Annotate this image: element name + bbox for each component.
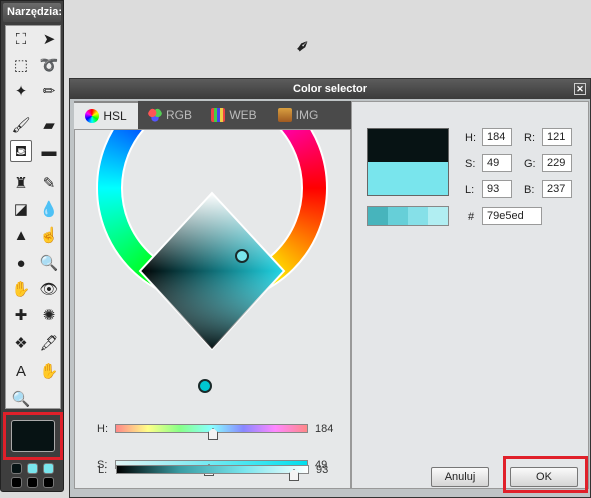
zoom-icon[interactable]: 🔍 — [10, 388, 32, 410]
g-field[interactable]: 229 — [542, 154, 572, 172]
l-slider-value: 93 — [316, 464, 329, 476]
r-field[interactable]: 121 — [542, 128, 572, 146]
smudge-icon[interactable]: ☝ — [38, 224, 60, 246]
hsl-picker-area: H: 184 S: 49 — [74, 129, 351, 489]
ok-button-highlight — [503, 456, 588, 493]
b-field-label: B: — [524, 184, 535, 196]
recent-color-1[interactable] — [368, 207, 388, 225]
h-slider-value: 184 — [315, 423, 334, 435]
magic-wand-icon[interactable]: ✦ — [10, 80, 32, 102]
red-eye-icon[interactable]: 👁 — [38, 278, 60, 300]
mini-swatch-4[interactable] — [11, 477, 22, 488]
tab-hsl-label: HSL — [103, 109, 127, 123]
lasso-icon[interactable]: ➰ — [38, 54, 60, 76]
tools-panel-title: Narzędzia: — [3, 3, 62, 22]
text-icon[interactable]: A — [10, 360, 32, 382]
tab-img-label: IMG — [295, 108, 319, 122]
stamp-icon[interactable]: ♜ — [10, 172, 32, 194]
hue-picker-handle[interactable] — [198, 379, 212, 393]
sharpen-icon[interactable]: ▲ — [10, 224, 32, 246]
crop-icon[interactable]: ⛶ — [10, 28, 32, 50]
image-icon — [277, 108, 292, 122]
recent-color-2[interactable] — [388, 207, 408, 225]
spot-heal-icon[interactable]: ✚ — [10, 304, 32, 326]
rgb-circles-icon — [147, 108, 162, 122]
color-mode-tabs: HSL RGB WEB IMG — [74, 101, 351, 129]
tools-panel: Narzędzia: ⛶ ➤ ⬚ ➰ ✦ ✏ 🖌 ▰ ⛾ ▬ ♜ ✎ ◪ 💧 ▲ ☝ ● 🔍 ✋ 👁 ✚ ✺ ❖ 🖋 A ✋ 🔍 — [0, 0, 64, 492]
g-field-label: G: — [524, 158, 536, 170]
recent-color-4[interactable] — [428, 207, 448, 225]
mini-swatch-5[interactable] — [27, 477, 38, 488]
color-replace-icon[interactable]: ✎ — [38, 172, 60, 194]
current-color-area — [3, 412, 63, 460]
pencil-icon[interactable]: ✏ — [38, 80, 60, 102]
hand-icon[interactable]: ✋ — [38, 360, 60, 382]
shape-icon[interactable]: ◪ — [10, 198, 32, 220]
tab-hsl[interactable]: HSL — [74, 101, 138, 129]
eyedropper-cursor-icon: ✒ — [290, 33, 316, 59]
l-slider-label: L: — [98, 464, 108, 476]
mini-swatch-1[interactable] — [11, 463, 22, 474]
h-field[interactable]: 184 — [482, 128, 512, 146]
pinch-icon[interactable]: ❖ — [10, 332, 32, 354]
primary-color-swatch[interactable] — [11, 420, 55, 452]
l-field-label: L: — [465, 184, 475, 196]
hex-field[interactable]: 79e5ed — [482, 207, 542, 225]
mini-swatch-2[interactable] — [27, 463, 38, 474]
tab-web-label: WEB — [229, 108, 257, 122]
sl-diamond[interactable] — [138, 191, 286, 351]
dialog-titlebar[interactable]: Color selector ✕ — [70, 79, 590, 99]
hex-field-label: # — [468, 211, 475, 223]
color-selector-dialog: Color selector ✕ HSL RGB WEB IMG H: 184 … — [69, 78, 591, 498]
web-grid-icon — [211, 108, 226, 122]
tab-rgb-label: RGB — [165, 108, 192, 122]
hsl-wheel-icon — [85, 109, 100, 123]
brush-icon[interactable]: 🖌 — [10, 114, 32, 136]
tool-grid: ⛶ ➤ ⬚ ➰ ✦ ✏ 🖌 ▰ ⛾ ▬ ♜ ✎ ◪ 💧 ▲ ☝ ● 🔍 ✋ 👁 ✚ ✺ ❖ 🖋 A ✋ 🔍 — [5, 25, 61, 409]
tab-web[interactable]: WEB — [202, 101, 266, 129]
recent-colors-strip[interactable] — [367, 206, 449, 226]
move-icon[interactable]: ➤ — [38, 28, 60, 50]
dialog-title: Color selector — [293, 83, 367, 95]
sl-picker-handle[interactable] — [235, 249, 249, 263]
eyedropper-icon[interactable]: 🖋 — [38, 332, 60, 354]
h-field-label: H: — [465, 132, 476, 144]
r-field-label: R: — [524, 132, 535, 144]
old-color-preview — [367, 128, 449, 162]
mini-swatch-3[interactable] — [43, 463, 54, 474]
recent-color-3[interactable] — [408, 207, 428, 225]
color-values-panel: H: 184 S: 49 L: 93 R: 121 G: 229 B: 237 … — [351, 101, 589, 489]
gradient-icon[interactable]: ▬ — [38, 140, 60, 162]
b-field[interactable]: 237 — [542, 180, 572, 198]
l-field[interactable]: 93 — [482, 180, 512, 198]
bucket-icon[interactable]: ⛾ — [10, 140, 32, 162]
mini-swatch-6[interactable] — [43, 477, 54, 488]
sponge-icon[interactable]: ● — [10, 252, 32, 274]
cancel-button[interactable]: Anuluj — [431, 467, 489, 487]
s-field-label: S: — [465, 158, 476, 170]
blur-icon[interactable]: 💧 — [38, 198, 60, 220]
dodge-icon[interactable]: ✋ — [10, 278, 32, 300]
tab-img[interactable]: IMG — [266, 101, 330, 129]
l-slider-track[interactable] — [116, 465, 309, 474]
eraser-icon[interactable]: ▰ — [38, 114, 60, 136]
new-color-preview — [367, 162, 449, 196]
h-slider-label: H: — [97, 423, 108, 435]
burn-icon[interactable]: 🔍 — [38, 252, 60, 274]
s-field[interactable]: 49 — [482, 154, 512, 172]
close-icon[interactable]: ✕ — [574, 83, 586, 95]
bloat-icon[interactable]: ✺ — [38, 304, 60, 326]
tab-rgb[interactable]: RGB — [138, 101, 202, 129]
marquee-icon[interactable]: ⬚ — [10, 54, 32, 76]
